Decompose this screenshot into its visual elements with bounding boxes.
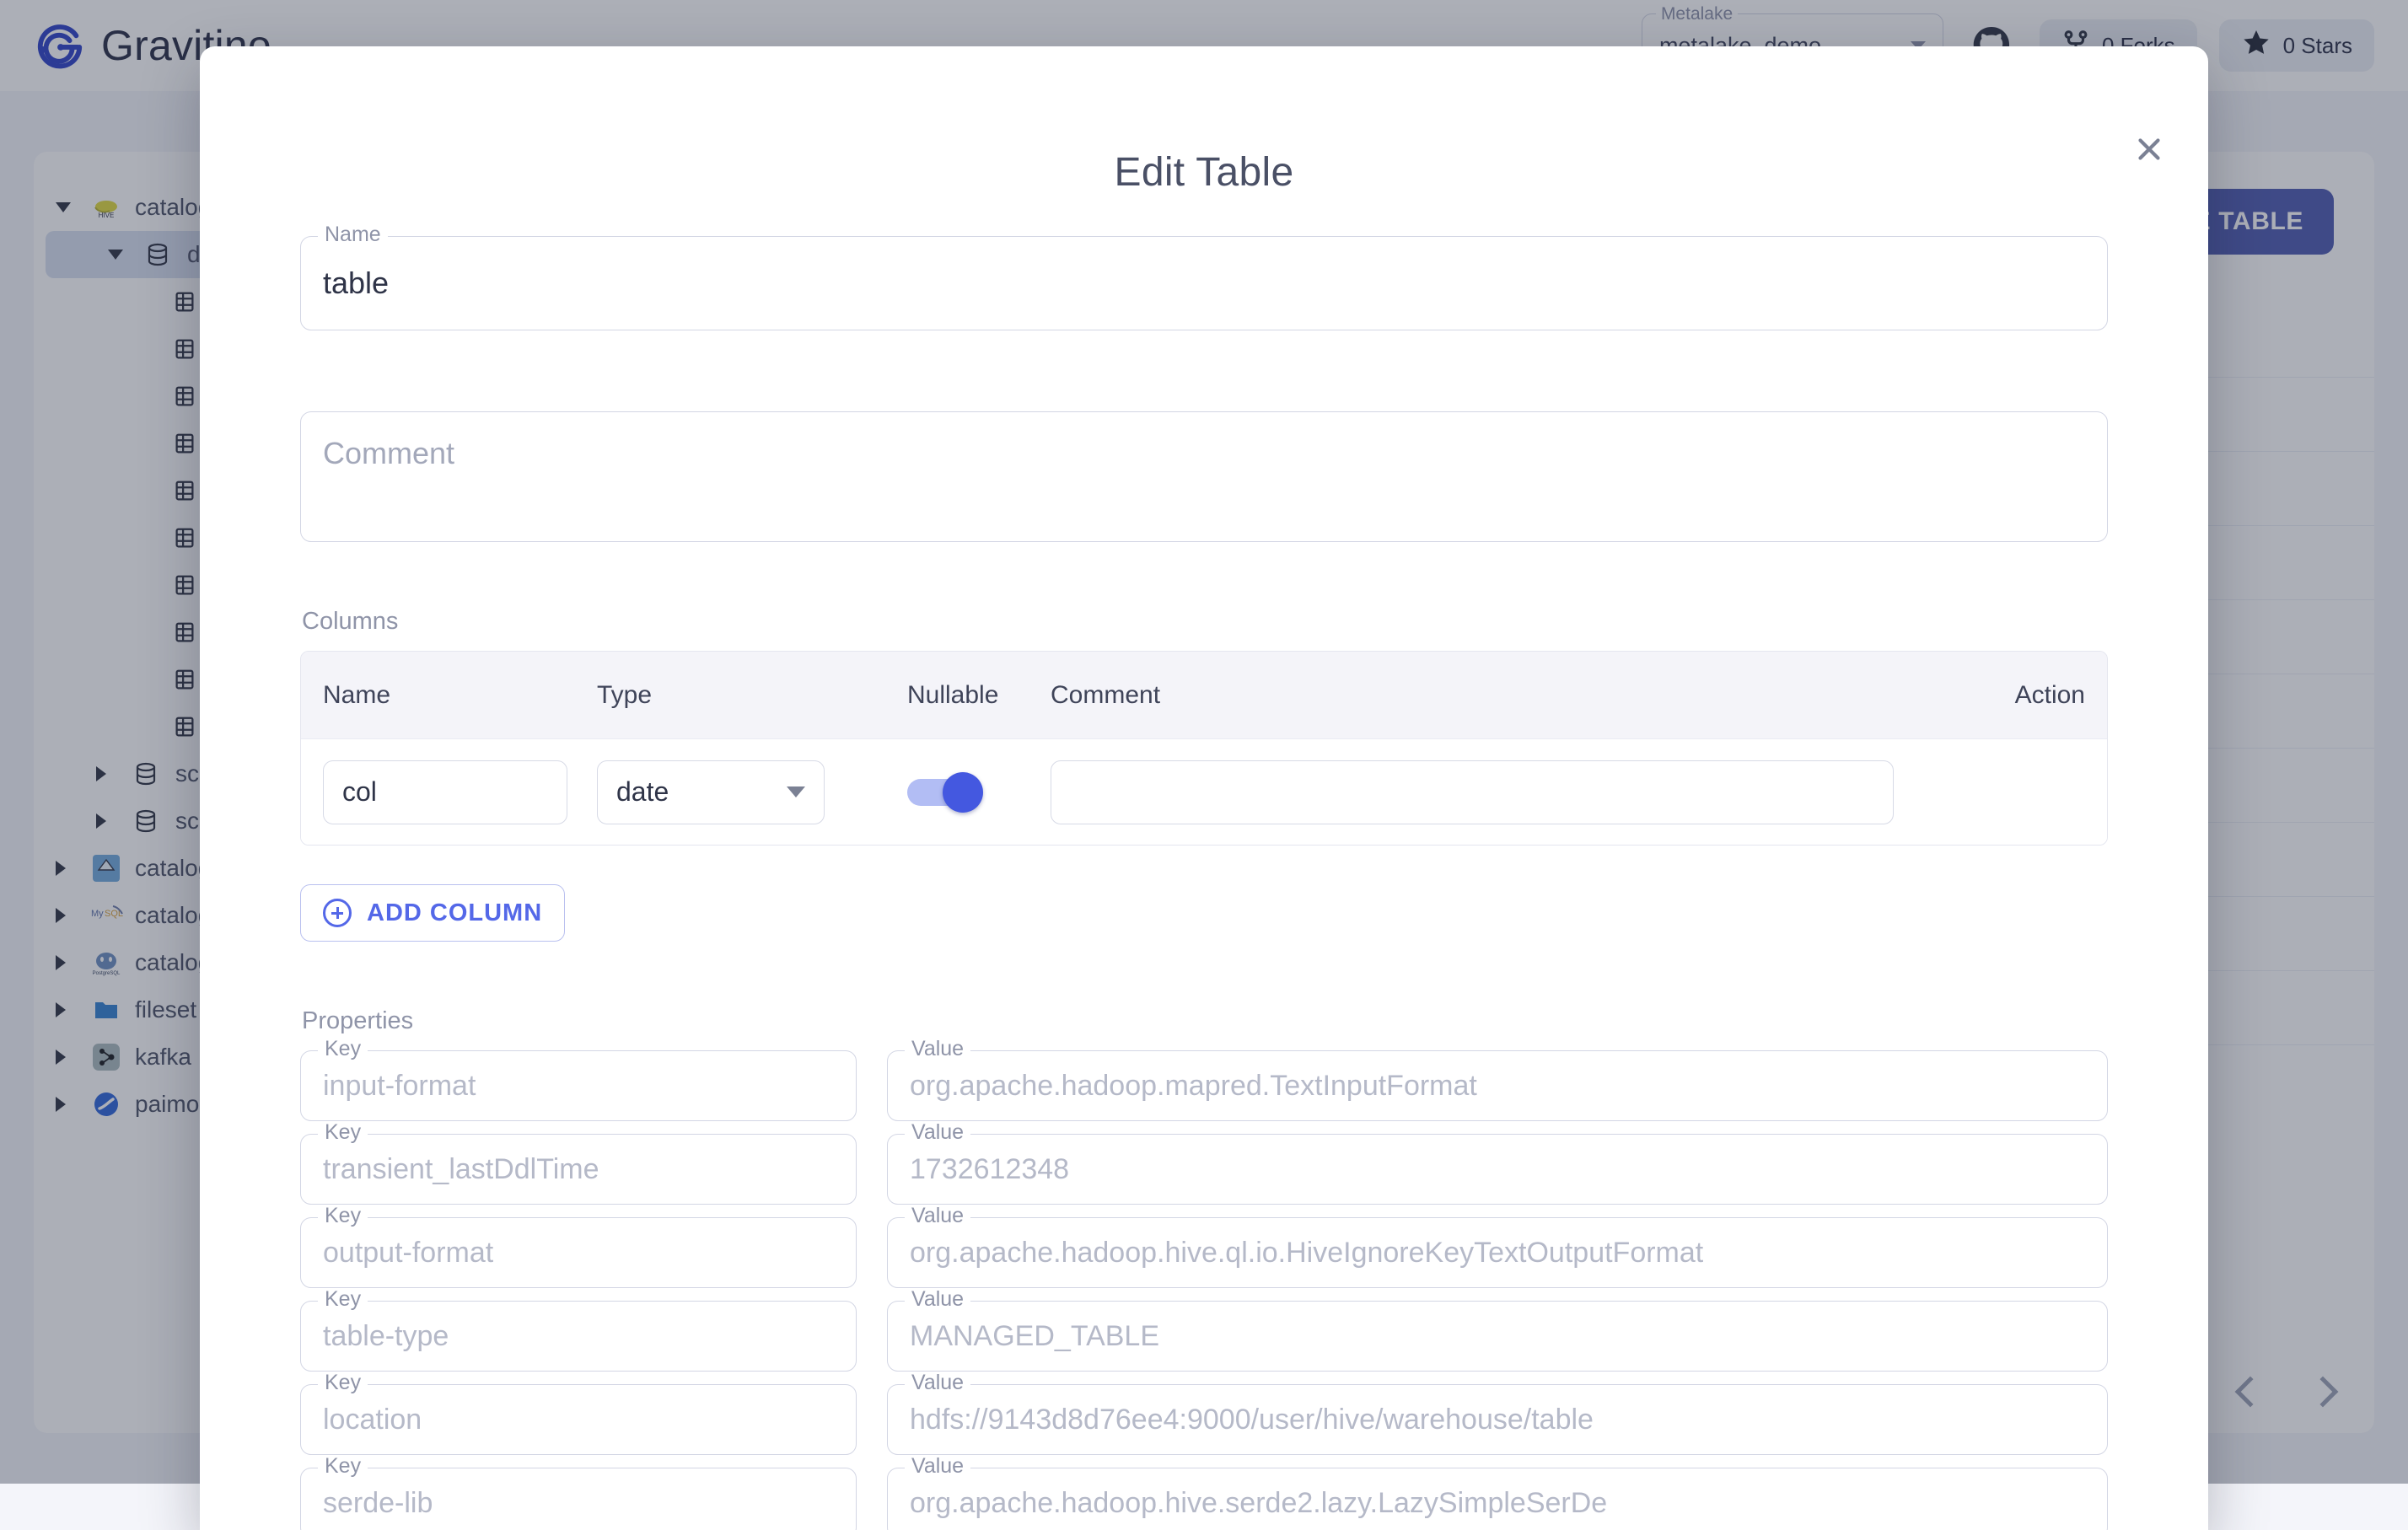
property-value-label: Value: [905, 1289, 970, 1310]
property-row: Keyinput-format Valueorg.apache.hadoop.ma…: [300, 1050, 2108, 1121]
property-row: Keyoutput-format Valueorg.apache.hadoop.h…: [300, 1217, 2108, 1288]
property-row: Keylocation Valuehdfs://9143d8d76ee4:9000…: [300, 1384, 2108, 1455]
property-value-field[interactable]: Valueorg.apache.hadoop.hive.ql.io.HiveIg…: [887, 1217, 2108, 1288]
property-value-field[interactable]: Valueorg.apache.hadoop.hive.serde2.lazy.…: [887, 1468, 2108, 1530]
property-row: Keyserde-lib Valueorg.apache.hadoop.hive.…: [300, 1468, 2108, 1530]
property-key-field[interactable]: Keytransient_lastDdlTime: [300, 1134, 857, 1205]
edit-table-dialog: Edit Table Name table Comment Columns Na…: [200, 46, 2208, 1530]
property-key-label: Key: [318, 1205, 368, 1227]
table-comment-field[interactable]: Comment: [300, 411, 2108, 542]
property-key-label: Key: [318, 1122, 368, 1143]
property-value-field[interactable]: Valuehdfs://9143d8d76ee4:9000/user/hive/…: [887, 1384, 2108, 1455]
column-name-cell: col: [323, 760, 597, 824]
property-row: Keytransient_lastDdlTime Value1732612348: [300, 1134, 2108, 1205]
property-key-input[interactable]: transient_lastDdlTime: [301, 1135, 856, 1204]
property-key-label: Key: [318, 1039, 368, 1060]
property-value-input[interactable]: MANAGED_TABLE: [888, 1302, 2107, 1371]
chevron-down-icon: [787, 786, 805, 797]
property-value-label: Value: [905, 1205, 970, 1227]
property-key-label: Key: [318, 1372, 368, 1393]
column-name-input[interactable]: col: [323, 760, 567, 824]
property-value-input[interactable]: org.apache.hadoop.hive.serde2.lazy.LazyS…: [888, 1468, 2107, 1530]
column-row: col date: [301, 739, 2107, 845]
column-header-comment: Comment: [1051, 681, 1984, 710]
columns-table: Name Type Nullable Comment Action col da…: [300, 651, 2108, 846]
column-header-nullable: Nullable: [907, 681, 1051, 710]
property-value-label: Value: [905, 1372, 970, 1393]
dialog-title: Edit Table: [200, 46, 2208, 196]
table-comment-input[interactable]: Comment: [301, 412, 2107, 541]
add-column-button[interactable]: ADD COLUMN: [300, 884, 565, 942]
property-key-field[interactable]: Keyserde-lib: [300, 1468, 857, 1530]
column-header-type: Type: [597, 681, 907, 710]
property-key-input[interactable]: table-type: [301, 1302, 856, 1371]
column-nullable-toggle[interactable]: [907, 772, 986, 813]
property-key-label: Key: [318, 1289, 368, 1310]
property-key-field[interactable]: Keyoutput-format: [300, 1217, 857, 1288]
property-key-input[interactable]: location: [301, 1385, 856, 1454]
column-comment-input[interactable]: [1051, 760, 1894, 824]
property-value-label: Value: [905, 1456, 970, 1477]
column-nullable-cell: [907, 772, 1051, 813]
property-value-input[interactable]: org.apache.hadoop.hive.ql.io.HiveIgnoreK…: [888, 1218, 2107, 1287]
column-type-cell: date: [597, 760, 907, 824]
table-name-field[interactable]: Name table: [300, 236, 2108, 330]
column-type-value: date: [616, 776, 669, 808]
property-key-input[interactable]: input-format: [301, 1051, 856, 1120]
property-value-input[interactable]: hdfs://9143d8d76ee4:9000/user/hive/wareh…: [888, 1385, 2107, 1454]
dialog-body: Name table Comment Columns Name Type Nul…: [200, 196, 2208, 1530]
property-key-input[interactable]: serde-lib: [301, 1468, 856, 1530]
property-key-field[interactable]: Keytable-type: [300, 1301, 857, 1372]
columns-table-header: Name Type Nullable Comment Action: [301, 652, 2107, 739]
column-header-action: Action: [1984, 681, 2085, 710]
table-name-label: Name: [318, 224, 388, 245]
table-name-input[interactable]: table: [301, 237, 2107, 330]
property-value-label: Value: [905, 1122, 970, 1143]
column-type-select[interactable]: date: [597, 760, 825, 824]
close-icon[interactable]: [2127, 127, 2171, 171]
property-key-input[interactable]: output-format: [301, 1218, 856, 1287]
property-key-field[interactable]: Keyinput-format: [300, 1050, 857, 1121]
property-value-label: Value: [905, 1039, 970, 1060]
columns-section-label: Columns: [302, 608, 2108, 636]
property-value-input[interactable]: 1732612348: [888, 1135, 2107, 1204]
properties-list: Keyinput-formatValueorg.apache.hadoop.ma…: [300, 1050, 2108, 1530]
property-key-label: Key: [318, 1456, 368, 1477]
property-value-input[interactable]: org.apache.hadoop.mapred.TextInputFormat: [888, 1051, 2107, 1120]
column-comment-cell: [1051, 760, 1984, 824]
toggle-knob: [943, 772, 983, 813]
property-value-field[interactable]: Valueorg.apache.hadoop.mapred.TextInputF…: [887, 1050, 2108, 1121]
property-value-field[interactable]: ValueMANAGED_TABLE: [887, 1301, 2108, 1372]
add-column-label: ADD COLUMN: [367, 899, 542, 927]
property-key-field[interactable]: Keylocation: [300, 1384, 857, 1455]
plus-circle-icon: [323, 899, 352, 927]
property-row: Keytable-type ValueMANAGED_TABLE: [300, 1301, 2108, 1372]
property-value-field[interactable]: Value1732612348: [887, 1134, 2108, 1205]
properties-section-label: Properties: [302, 1007, 2108, 1035]
column-header-name: Name: [323, 681, 597, 710]
